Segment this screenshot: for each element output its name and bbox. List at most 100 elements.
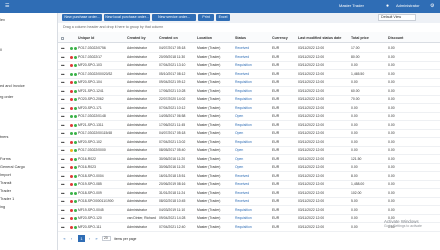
cell-status[interactable]: Received xyxy=(235,72,249,77)
new-service-order-button[interactable]: New service order... xyxy=(152,14,196,21)
menu-icon[interactable]: ☰ xyxy=(5,3,9,9)
row-menu-icon[interactable]: ••• xyxy=(61,55,65,60)
user-icon[interactable]: ● xyxy=(386,3,389,9)
last-page-button[interactable]: » xyxy=(94,236,99,241)
row-menu-icon[interactable]: ••• xyxy=(61,80,65,85)
sidebar-item[interactable]: Import xyxy=(0,171,58,179)
cell-total: 0.00 xyxy=(351,224,358,229)
row-menu-icon[interactable]: ••• xyxy=(61,46,65,51)
cell-status[interactable]: Received xyxy=(235,46,249,51)
column-header[interactable]: Location xyxy=(197,36,212,40)
row-menu-icon[interactable]: ••• xyxy=(61,208,65,213)
row-menu-icon[interactable]: ••• xyxy=(61,89,65,94)
column-header[interactable]: Created by xyxy=(127,36,146,40)
sidebar-item[interactable]: Transit xyxy=(0,179,58,187)
excel-button[interactable]: Excel xyxy=(216,14,230,21)
row-menu-icon[interactable]: ••• xyxy=(61,174,65,179)
page-size-select[interactable]: 20 xyxy=(102,236,111,241)
row-menu-icon[interactable]: ••• xyxy=(61,63,65,68)
sidebar-item[interactable]: Trader 1 xyxy=(0,195,58,203)
cell-id: PO16-R023 xyxy=(78,165,96,169)
cell-status[interactable]: Received xyxy=(235,191,249,196)
cell-disc: 0.00 xyxy=(388,139,395,144)
cell-loc: Master (Trader) xyxy=(197,148,221,152)
cell-loc: Master (Trader) xyxy=(197,46,221,50)
row-menu-icon[interactable]: ••• xyxy=(61,216,65,221)
cell-status[interactable]: Requisition xyxy=(235,106,252,111)
first-page-button[interactable]: « xyxy=(62,236,67,241)
current-page-button[interactable]: 1 xyxy=(78,235,85,242)
sidebar-item[interactable]: Forms xyxy=(0,155,58,163)
row-menu-icon[interactable]: ••• xyxy=(61,97,65,102)
cell-status[interactable]: Requisition xyxy=(235,225,252,230)
row-menu-icon[interactable]: ••• xyxy=(61,106,65,111)
select-all-checkbox[interactable] xyxy=(61,37,64,40)
cell-status[interactable]: Requisition xyxy=(235,97,252,102)
row-menu-icon[interactable]: ••• xyxy=(61,140,65,145)
settings-icon[interactable]: ⚙ xyxy=(430,3,434,9)
sidebar-item[interactable]: tners xyxy=(0,133,58,141)
cell-status[interactable]: Requisition xyxy=(235,89,252,94)
sidebar-item[interactable]: ing xyxy=(0,203,58,211)
layout-select[interactable]: Default View xyxy=(378,14,416,21)
column-header[interactable]: Last modified status date xyxy=(298,36,341,40)
cell-status[interactable]: Requisition xyxy=(235,140,252,145)
row-menu-icon[interactable]: ••• xyxy=(61,182,65,187)
cell-status[interactable]: Requisition xyxy=(235,80,252,85)
sidebar-item[interactable]: ed and Invoice xyxy=(0,82,58,90)
column-header[interactable]: Discount xyxy=(388,36,403,40)
row-menu-icon[interactable]: ••• xyxy=(61,199,65,204)
next-page-button[interactable]: › xyxy=(87,236,92,241)
cell-status[interactable]: Open xyxy=(235,157,243,162)
cell-status[interactable]: Open xyxy=(235,131,243,136)
cell-loc: Master (Trader) xyxy=(197,199,221,203)
sidebar-item[interactable]: rg order xyxy=(0,93,58,101)
prev-page-button[interactable]: ‹ xyxy=(69,236,74,241)
cell-status[interactable]: Open xyxy=(235,165,243,170)
cell-status[interactable]: Received xyxy=(235,174,249,179)
cell-on: 08/05/2017 05:40 xyxy=(159,148,186,152)
table-row[interactable]: ••• MF20-SPO-111 Administrator 07/04/2021 1… xyxy=(58,223,440,232)
row-menu-icon[interactable]: ••• xyxy=(61,131,65,136)
cell-cur: EUR xyxy=(272,216,280,220)
print-button[interactable]: Print xyxy=(198,14,214,21)
status-dot-icon xyxy=(74,174,77,178)
cell-status[interactable]: Requisition xyxy=(235,63,252,68)
row-menu-icon[interactable]: ••• xyxy=(61,157,65,162)
new-purchase-order-button[interactable]: New purchase order... xyxy=(62,14,102,21)
new-local-purchase-order-button[interactable]: New local purchase order... xyxy=(104,14,150,21)
row-menu-icon[interactable]: ••• xyxy=(61,148,65,153)
column-header[interactable]: Unique Id xyxy=(78,36,94,40)
status-dot-icon xyxy=(70,123,73,127)
column-header[interactable]: Currency xyxy=(272,36,288,40)
row-menu-icon[interactable]: ••• xyxy=(61,123,65,128)
cell-on: 09/04/2021 14:28 xyxy=(159,216,186,220)
row-menu-icon[interactable]: ••• xyxy=(61,165,65,170)
sidebar-item[interactable]: ll xyxy=(0,46,58,54)
row-menu-icon[interactable]: ••• xyxy=(61,225,65,230)
row-menu-icon[interactable]: ••• xyxy=(61,72,65,77)
cell-loc: Master (Trader) xyxy=(197,139,221,144)
row-menu-icon[interactable]: ••• xyxy=(61,191,65,196)
cell-by: Administrator xyxy=(127,63,147,67)
cell-status[interactable]: Requisition xyxy=(235,123,252,128)
sidebar-item[interactable]: lex xyxy=(0,16,58,24)
row-menu-icon[interactable]: ••• xyxy=(61,114,65,119)
sidebar-item[interactable]: General Cargo xyxy=(0,163,58,171)
cell-status[interactable]: Open xyxy=(235,148,243,153)
column-header[interactable]: Total price xyxy=(351,36,369,40)
cell-status[interactable]: Received xyxy=(235,55,249,60)
cell-status[interactable]: Received xyxy=(235,199,249,204)
column-header[interactable]: Created on xyxy=(159,36,178,40)
cell-status[interactable]: Requisition xyxy=(235,208,252,213)
cell-mod: 03/11/2022 12:00 xyxy=(298,114,325,118)
sidebar-item[interactable]: Trader xyxy=(0,187,58,195)
status-dot-icon xyxy=(70,140,73,144)
cell-status[interactable]: Requisition xyxy=(235,216,252,221)
user-name[interactable]: Administrator xyxy=(396,3,420,8)
cell-status[interactable]: Open xyxy=(235,114,243,119)
cell-status[interactable]: Received xyxy=(235,182,249,187)
column-header[interactable]: Status xyxy=(235,36,246,40)
cell-disc: 0.00 xyxy=(388,114,395,118)
table-header: Unique Id Created by Created on Location Sta… xyxy=(58,32,440,43)
